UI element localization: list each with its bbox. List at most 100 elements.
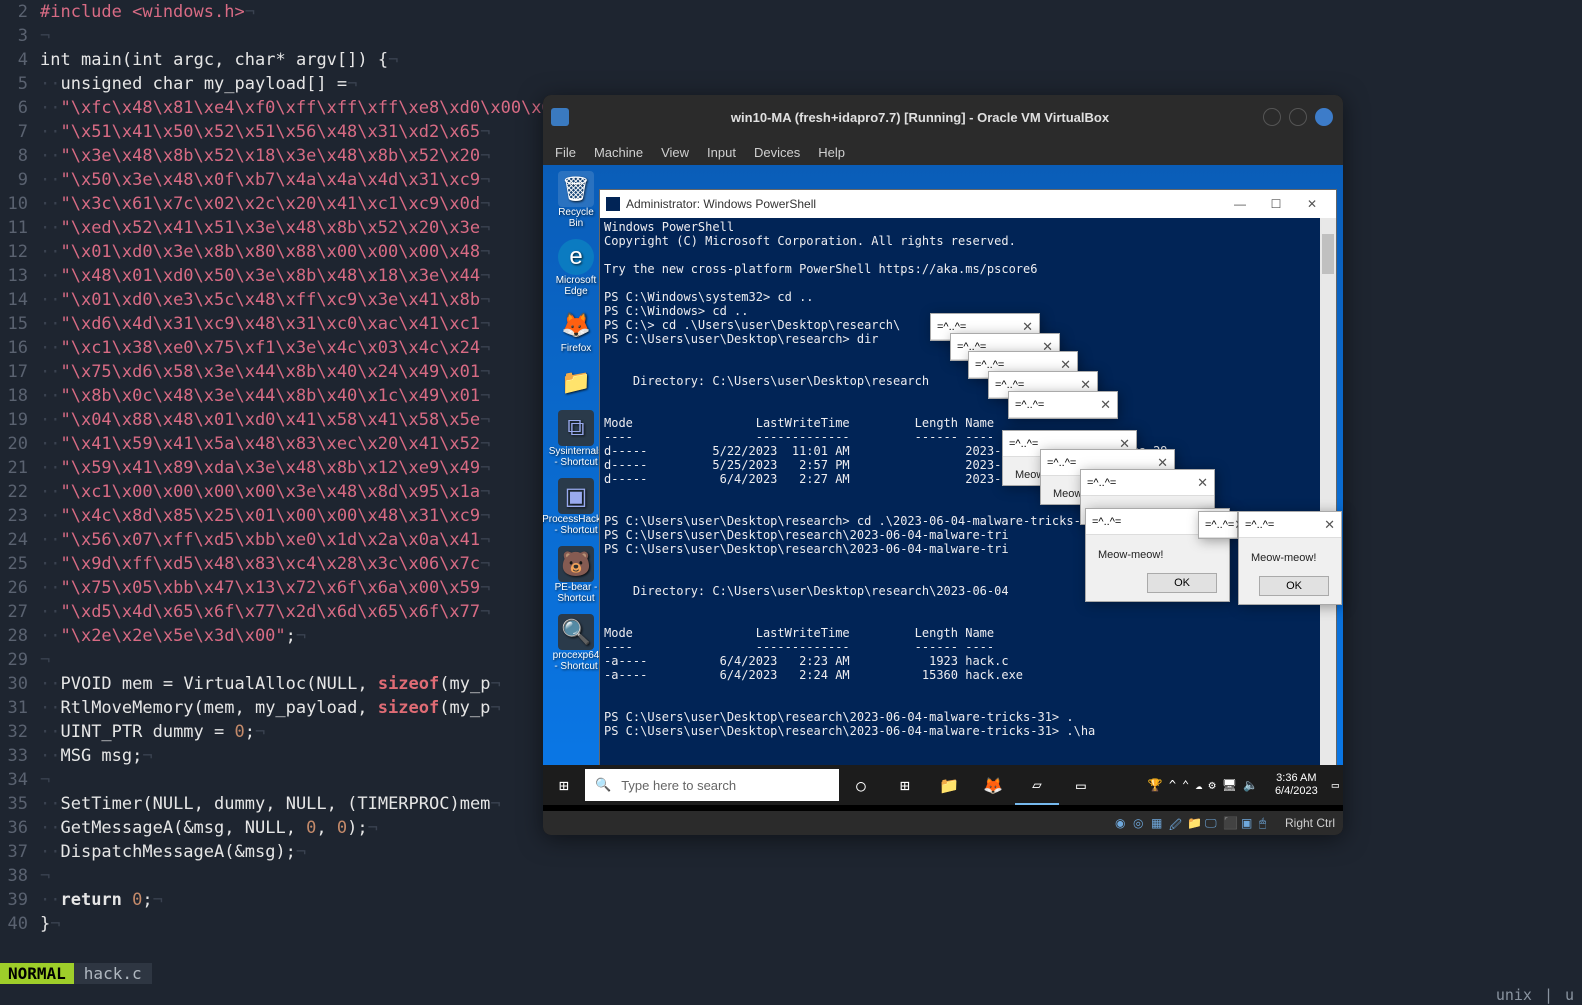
taskbar-item-firefox[interactable]: 🦊 [971,765,1015,805]
vbox-menu-file[interactable]: File [555,145,576,160]
code-content: ··"\x59\x41\x89\xda\x3e\x48\x8b\x12\xe9\… [40,456,490,480]
tray-icon-4[interactable]: ⚙ [1209,778,1216,792]
powershell-window[interactable]: Administrator: Windows PowerShell ― ☐ ✕ … [599,189,1337,785]
minimize-button[interactable] [1263,108,1281,126]
msgbox-close-button[interactable]: ✕ [1100,397,1111,413]
taskbar-item-powershell[interactable]: ▱ [1015,765,1059,805]
code-line[interactable]: 3¬ [0,24,1582,48]
virtualbox-window[interactable]: win10-MA (fresh+idapro7.7) [Running] - O… [543,95,1343,835]
code-line[interactable]: 39··return 0;¬ [0,888,1582,912]
powershell-scrollbar[interactable] [1320,218,1336,784]
code-content: }¬ [40,912,61,936]
msgbox-ok-button[interactable]: OK [1147,573,1217,593]
line-number: 39 [0,888,40,912]
desktop-icon-label: Microsoft Edge [551,275,601,297]
line-number: 6 [0,96,40,120]
code-content: ··"\xed\x52\x41\x51\x3e\x48\x8b\x52\x20\… [40,216,490,240]
vbox-menu-devices[interactable]: Devices [754,145,800,160]
code-content: int main(int argc, char* argv[]) {¬ [40,48,398,72]
tray-icon-3[interactable]: ☁ [1195,778,1202,792]
code-content: ··"\x4c\x8d\x85\x25\x01\x00\x00\x48\x31\… [40,504,490,528]
sysinternals-icon: ⧉ [558,410,594,446]
desktop-icon-recycle-bin[interactable]: 🗑Recycle Bin [551,171,601,229]
msgbox-ok-button[interactable]: OK [1259,576,1329,596]
taskbar-item-cortana[interactable]: ○ [839,765,883,805]
line-number: 40 [0,912,40,936]
desktop-icon-ms-edge[interactable]: eMicrosoft Edge [551,239,601,297]
msgbox-close-button[interactable]: ✕ [1197,475,1208,491]
line-number: 22 [0,480,40,504]
line-number: 2 [0,0,40,24]
ps-minimize-button[interactable]: ― [1222,197,1258,211]
code-content: ··"\xc1\x38\xe0\x75\xf1\x3e\x4c\x03\x4c\… [40,336,490,360]
desktop-icon-pe-bear[interactable]: 🐻PE-bear - Shortcut [551,546,601,604]
tray-icon-5[interactable]: 🖥 [1222,778,1237,792]
code-content: ··"\x48\x01\xd0\x50\x3e\x8b\x48\x18\x3e\… [40,264,490,288]
vbox-menu-help[interactable]: Help [818,145,845,160]
code-line[interactable]: 37··DispatchMessageA(&msg);¬ [0,840,1582,864]
ps-close-button[interactable]: ✕ [1294,197,1330,211]
search-placeholder: Type here to search [621,778,736,793]
desktop-icon-label: procexp64 - Shortcut [551,650,601,672]
taskbar-search[interactable]: 🔍 Type here to search [585,769,839,801]
tray-icon-2[interactable]: ⌃ [1182,778,1189,792]
code-content: ¬ [40,768,50,792]
message-box[interactable]: =^..^=✕Meow-meow!OK [1238,511,1342,605]
message-box[interactable]: =^..^=✕ [1198,511,1238,539]
taskbar-item-apps[interactable]: ▭ [1059,765,1103,805]
tray-icon-6[interactable]: 🔈 [1243,778,1258,792]
message-box[interactable]: =^..^= ✕ [1008,391,1118,419]
msgbox-titlebar[interactable]: =^..^=✕ [1199,512,1237,538]
code-line[interactable]: 2#include <windows.h>¬ [0,0,1582,24]
vbox-menubar[interactable]: File Machine View Input Devices Help [543,139,1343,165]
code-line[interactable]: 40}¬ [0,912,1582,936]
msgbox-title: =^..^= [1047,457,1076,469]
msgbox-titlebar[interactable]: =^..^= ✕ [1009,392,1117,418]
code-line[interactable]: 4int main(int argc, char* argv[]) {¬ [0,48,1582,72]
line-number: 4 [0,48,40,72]
powershell-titlebar[interactable]: Administrator: Windows PowerShell ― ☐ ✕ [600,190,1336,218]
tray-icon-1[interactable]: ^ [1169,778,1176,792]
processhacker-icon: ▣ [558,478,594,514]
line-number: 35 [0,792,40,816]
vbox-menu-view[interactable]: View [661,145,689,160]
vbox-menu-machine[interactable]: Machine [594,145,643,160]
desktop-icon-firefox[interactable]: 🦊Firefox [551,307,601,354]
code-line[interactable]: 38¬ [0,864,1582,888]
firefox-icon: 🦊 [558,307,594,343]
vbox-icon [551,108,569,126]
code-content: ··"\x75\xd6\x58\x3e\x44\x8b\x40\x24\x49\… [40,360,490,384]
maximize-button[interactable] [1289,108,1307,126]
desktop-icon-label: Firefox [561,343,592,354]
code-line[interactable]: 5··unsigned char my_payload[] =¬ [0,72,1582,96]
vbox-menu-input[interactable]: Input [707,145,736,160]
desktop-icon-folder[interactable]: 📁 [551,364,601,400]
notifications-icon[interactable]: ▭ [1332,778,1339,792]
vbox-title: win10-MA (fresh+idapro7.7) [Running] - O… [577,110,1263,125]
taskbar-item-explorer[interactable]: 📁 [927,765,971,805]
tray-icon-0[interactable]: 🏆 [1148,778,1163,792]
taskbar-clock[interactable]: 3:36 AM 6/4/2023 [1267,772,1326,798]
procexp-icon: 🔍 [558,614,594,650]
line-number: 3 [0,24,40,48]
msgbox-title: =^..^= [1015,399,1044,411]
line-number: 15 [0,312,40,336]
msgbox-titlebar[interactable]: =^..^=✕ [1239,512,1341,538]
desktop-icon-processhacker[interactable]: ▣ProcessHacker - Shortcut [551,478,601,536]
windows-taskbar[interactable]: ⊞ 🔍 Type here to search ○⊞📁🦊▱▭ 🏆^⌃☁⚙🖥🔈 3… [543,765,1343,805]
taskbar-item-taskview[interactable]: ⊞ [883,765,927,805]
desktop-icon-procexp[interactable]: 🔍procexp64 - Shortcut [551,614,601,672]
vbox-titlebar[interactable]: win10-MA (fresh+idapro7.7) [Running] - O… [543,95,1343,139]
code-content: ··"\x01\xd0\xe3\x5c\x48\xff\xc9\x3e\x41\… [40,288,490,312]
desktop-icon-sysinternals[interactable]: ⧉Sysinternals - Shortcut [551,410,601,468]
msgbox-titlebar[interactable]: =^..^= ✕ [1081,470,1214,496]
line-number: 21 [0,456,40,480]
msgbox-close-button[interactable]: ✕ [1324,517,1335,533]
ps-maximize-button[interactable]: ☐ [1258,197,1294,211]
close-button[interactable] [1315,108,1333,126]
guest-desktop[interactable]: 🗑Recycle BineMicrosoft Edge🦊Firefox📁⧉Sys… [543,165,1343,805]
msgbox-title: =^..^= [1087,477,1116,489]
pe-bear-icon: 🐻 [558,546,594,582]
system-tray[interactable]: 🏆 ^ ⌃ ☁ ⚙ 🖥 🔈 3:36 AM 6/4/2023 ▭ [1145,772,1343,798]
start-button[interactable]: ⊞ [543,765,585,805]
